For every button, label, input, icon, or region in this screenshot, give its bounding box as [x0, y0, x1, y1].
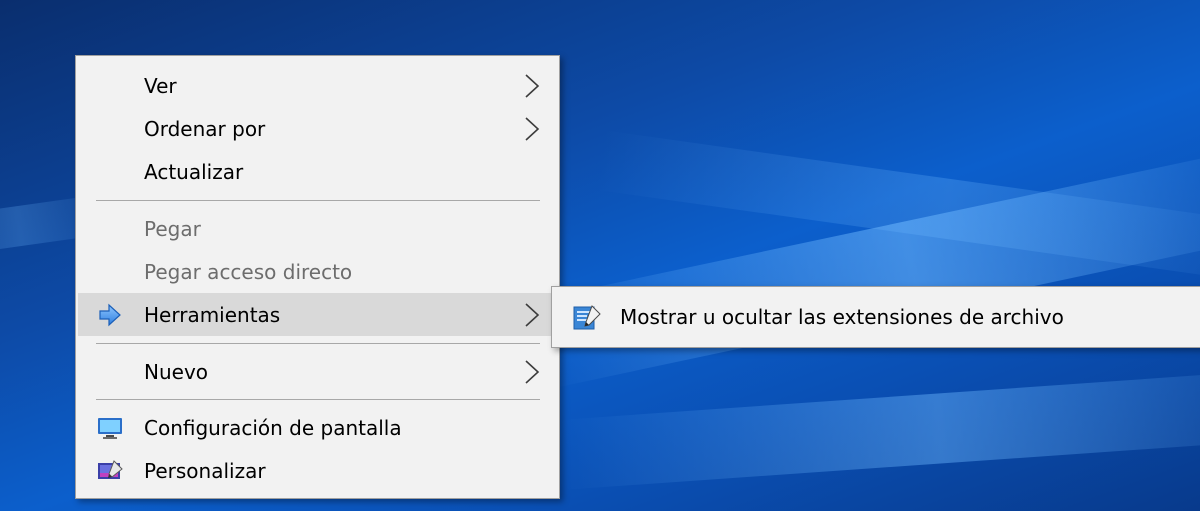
menu-separator — [96, 399, 540, 400]
menu-item-label: Configuración de pantalla — [144, 415, 402, 440]
menu-item-label: Ver — [144, 73, 177, 98]
menu-item-label: Nuevo — [144, 359, 209, 384]
herramientas-submenu: Mostrar u ocultar las extensiones de arc… — [551, 286, 1200, 348]
chevron-right-icon — [525, 302, 540, 327]
menu-separator — [96, 343, 540, 344]
chevron-right-icon — [525, 116, 540, 141]
menu-item-pegar: Pegar — [78, 207, 557, 250]
menu-item-label: Pegar acceso directo — [144, 259, 353, 284]
menu-item-label: Actualizar — [144, 159, 244, 184]
menu-item-ver[interactable]: Ver — [78, 64, 557, 107]
file-extension-icon — [572, 303, 602, 333]
menu-item-label: Herramientas — [144, 302, 281, 327]
desktop-context-menu: Ver Ordenar por Actualizar Pegar Pegar a… — [75, 55, 560, 499]
menu-item-herramientas[interactable]: Herramientas — [78, 293, 557, 336]
menu-item-actualizar[interactable]: Actualizar — [78, 150, 557, 193]
submenu-item-label: Mostrar u ocultar las extensiones de arc… — [620, 305, 1064, 329]
display-settings-icon — [96, 414, 124, 442]
menu-item-nuevo[interactable]: Nuevo — [78, 350, 557, 393]
menu-item-ordenar-por[interactable]: Ordenar por — [78, 107, 557, 150]
menu-item-configuracion-de-pantalla[interactable]: Configuración de pantalla — [78, 406, 557, 449]
menu-item-label: Ordenar por — [144, 116, 266, 141]
menu-separator — [96, 200, 540, 201]
light-ray — [557, 367, 1200, 490]
chevron-right-icon — [525, 359, 540, 384]
submenu-item-mostrar-ocultar-extensiones[interactable]: Mostrar u ocultar las extensiones de arc… — [554, 295, 1200, 339]
menu-item-personalizar[interactable]: Personalizar — [78, 449, 557, 492]
menu-item-pegar-acceso-directo: Pegar acceso directo — [78, 250, 557, 293]
arrow-right-icon — [96, 301, 124, 329]
personalize-icon — [96, 457, 124, 485]
menu-item-label: Pegar — [144, 216, 201, 241]
chevron-right-icon — [525, 73, 540, 98]
menu-item-label: Personalizar — [144, 458, 266, 483]
